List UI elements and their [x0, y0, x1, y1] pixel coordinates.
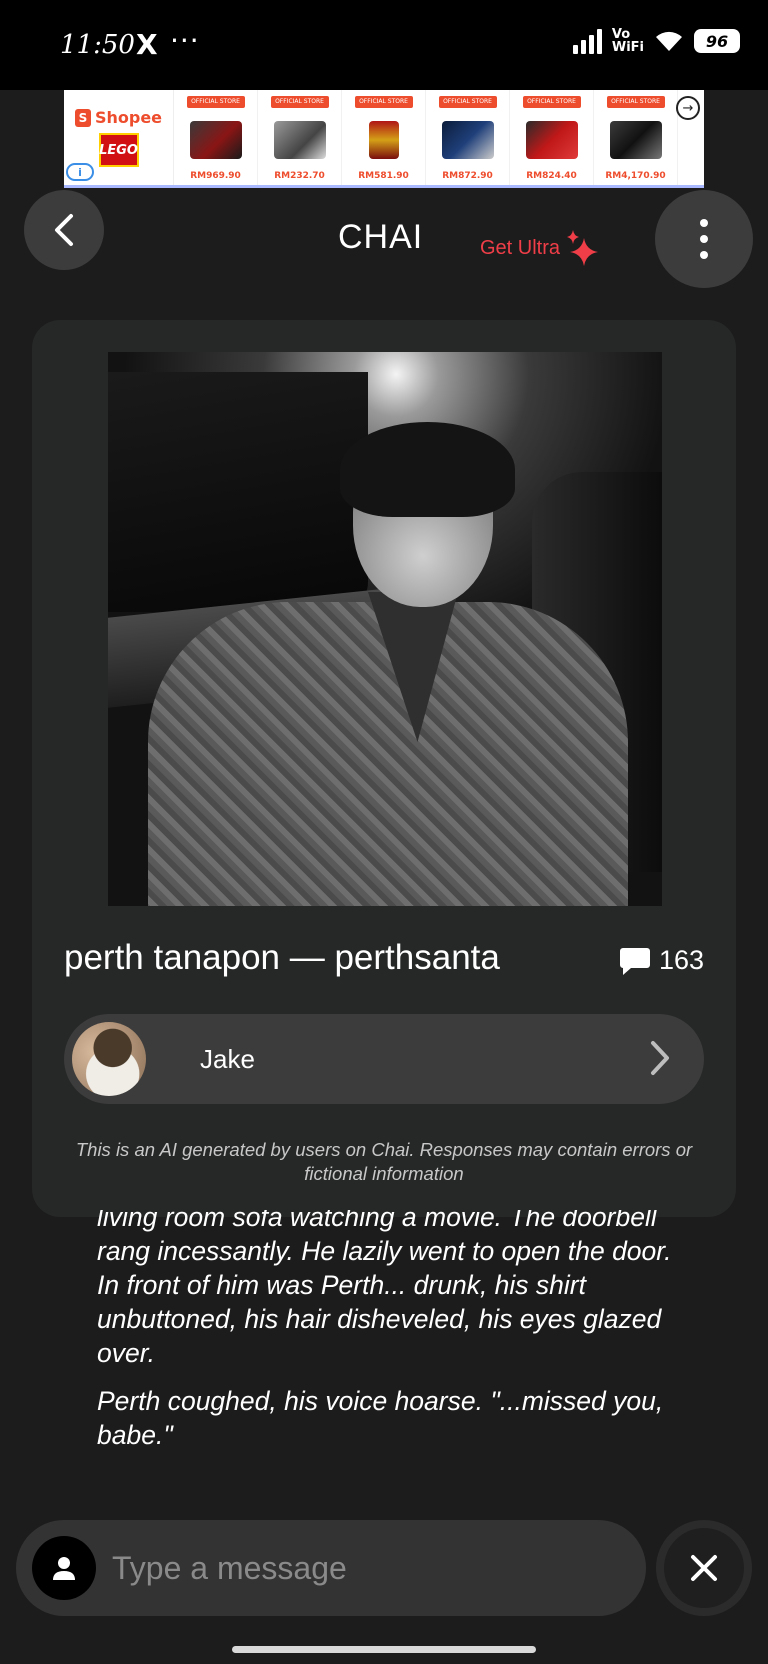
person-icon [53, 1557, 75, 1580]
official-store-tag: OFFICIAL STORE [354, 96, 413, 108]
product-price: RM4,170.90 [605, 171, 666, 181]
product-image [525, 120, 578, 159]
close-button-inner [664, 1528, 744, 1608]
shopee-logo: S Shopee [74, 108, 163, 127]
chevron-right-icon [651, 1041, 669, 1075]
ad-banner[interactable]: S Shopee LEGO i OFFICIAL STORE RM969.90 … [64, 90, 704, 188]
official-store-tag: OFFICIAL STORE [606, 96, 665, 108]
ad-products: OFFICIAL STORE RM969.90 OFFICIAL STORE R… [174, 90, 678, 185]
sparkle-icon [567, 230, 599, 266]
chevron-left-icon [55, 214, 73, 246]
ad-product[interactable]: OFFICIAL STORE RM969.90 [174, 90, 258, 185]
home-indicator[interactable] [232, 1646, 536, 1653]
character-name: perth tanapon — perthsanta [64, 938, 500, 977]
message-composer [16, 1520, 646, 1616]
wifi-icon [656, 31, 682, 51]
status-bar: 11:50 X ··· Vo WiFi 96 [0, 0, 768, 90]
product-price: RM232.70 [274, 171, 325, 181]
x-app-icon: X [136, 28, 158, 61]
product-price: RM969.90 [190, 171, 241, 181]
chat-paragraph: living room sofa watching a movie. The d… [97, 1210, 672, 1368]
chat-header: CHAI Get Ultra [0, 190, 768, 290]
character-card: perth tanapon — perthsanta 163 Jake This… [32, 320, 736, 1217]
creator-name: Jake [200, 1044, 255, 1074]
lego-logo: LEGO [98, 133, 139, 167]
official-store-tag: OFFICIAL STORE [438, 96, 497, 108]
product-price: RM824.40 [526, 171, 577, 181]
ad-arrow-icon[interactable]: → [676, 96, 700, 120]
photo-window-shape [108, 372, 368, 612]
product-price: RM872.90 [442, 171, 493, 181]
get-ultra-label: Get Ultra [480, 236, 561, 259]
persona-button[interactable] [32, 1536, 96, 1600]
official-store-tag: OFFICIAL STORE [522, 96, 581, 108]
product-image [441, 120, 494, 159]
chat-paragraph: Perth coughed, his voice hoarse. "...mis… [97, 1386, 664, 1450]
more-notifications-icon: ··· [170, 24, 200, 57]
product-price: RM581.90 [358, 171, 409, 181]
signal-icon [572, 28, 602, 54]
photo-hair-shape [340, 422, 515, 517]
chat-bubble-icon [619, 947, 650, 975]
product-image [189, 120, 242, 159]
character-photo [108, 352, 662, 906]
ad-product[interactable]: OFFICIAL STORE RM824.40 [510, 90, 594, 185]
dot-icon [700, 251, 708, 259]
status-time: 11:50 [60, 30, 135, 60]
system-nav-bar [0, 1632, 768, 1664]
product-image [609, 120, 662, 159]
dot-icon [700, 219, 708, 227]
shopee-label: Shopee [94, 108, 163, 127]
back-button[interactable] [24, 190, 104, 270]
vowifi-label: Vo WiFi [611, 27, 644, 55]
more-options-button[interactable] [655, 190, 753, 288]
get-ultra-button[interactable]: Get Ultra [480, 228, 600, 268]
ai-disclaimer: This is an AI generated by users on Chai… [75, 1139, 693, 1184]
official-store-tag: OFFICIAL STORE [186, 96, 245, 108]
chat-message: living room sofa watching a movie. The d… [97, 1210, 677, 1466]
message-count: 163 [619, 945, 704, 976]
chat-message-area: living room sofa watching a movie. The d… [0, 1210, 768, 1500]
close-button[interactable] [656, 1520, 752, 1616]
ad-brand: S Shopee LEGO i [64, 90, 174, 185]
ad-product[interactable]: OFFICIAL STORE RM4,170.90 [594, 90, 678, 185]
ad-product[interactable]: OFFICIAL STORE RM581.90 [342, 90, 426, 185]
dot-icon [700, 235, 708, 243]
product-image [368, 120, 399, 159]
message-count-value: 163 [658, 945, 704, 975]
ad-product[interactable]: OFFICIAL STORE RM232.70 [258, 90, 342, 185]
creator-avatar [72, 1022, 146, 1096]
official-store-tag: OFFICIAL STORE [270, 96, 329, 108]
creator-row[interactable]: Jake [64, 1014, 704, 1104]
shopee-bag-icon: S [74, 108, 91, 127]
app-title: CHAI [338, 218, 424, 256]
close-icon [691, 1555, 717, 1581]
ad-info-icon[interactable]: i [66, 163, 94, 181]
ad-product[interactable]: OFFICIAL STORE RM872.90 [426, 90, 510, 185]
status-indicators: Vo WiFi 96 [572, 27, 740, 55]
product-image [273, 120, 326, 159]
message-input[interactable] [112, 1538, 612, 1598]
battery-icon: 96 [694, 29, 740, 53]
